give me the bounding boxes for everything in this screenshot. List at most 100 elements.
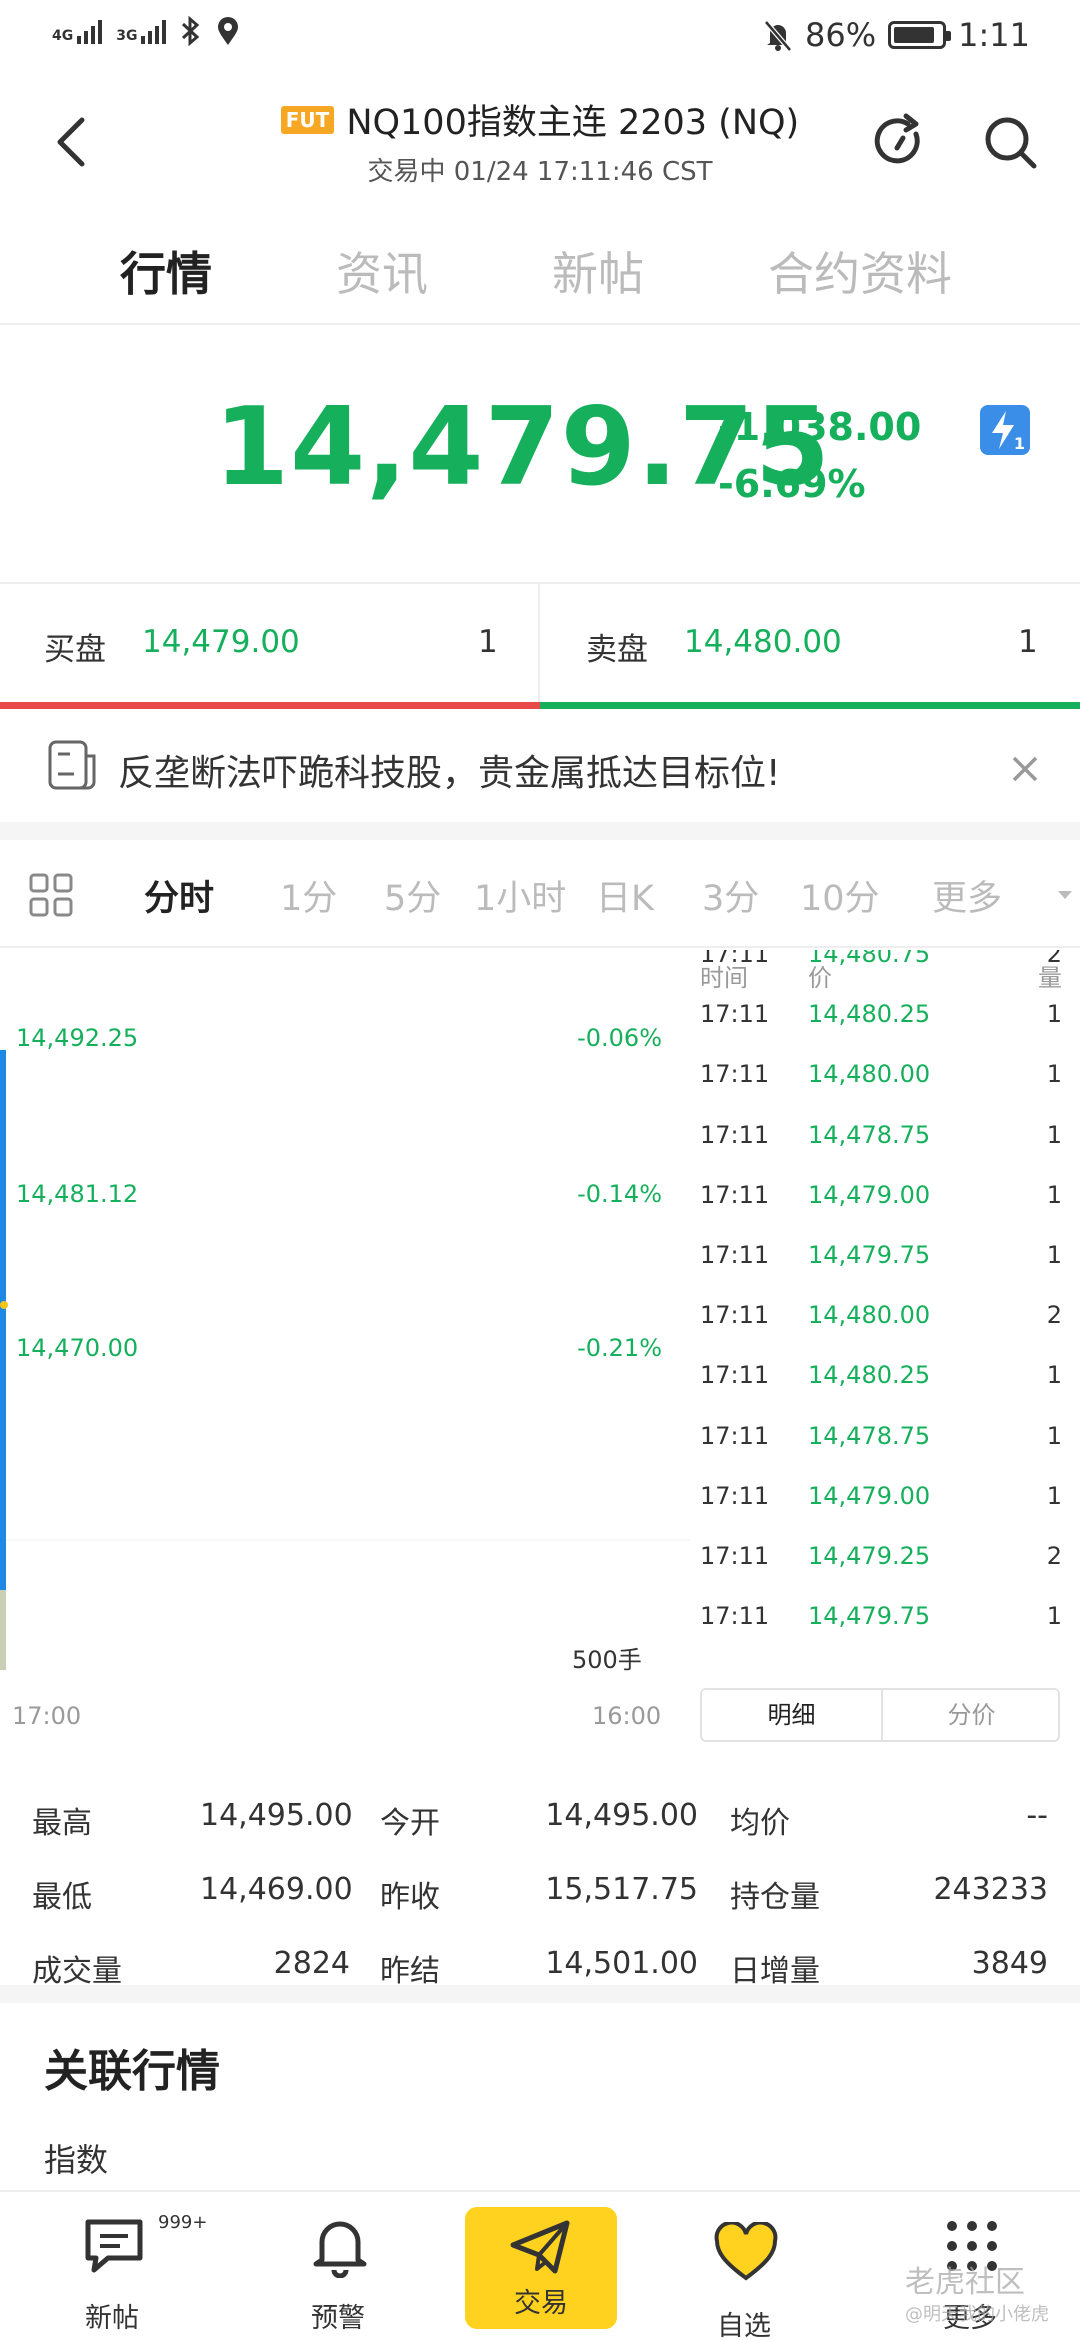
article-icon (48, 740, 96, 790)
stat-prev-settle: 14,501.00 (545, 1946, 698, 1981)
bell-icon (313, 2221, 367, 2278)
lightning-icon[interactable]: 1 (980, 405, 1030, 455)
tick-price: 14,478.75 (808, 1120, 931, 1149)
period-tab-10m[interactable]: 10分 (800, 870, 880, 921)
tick-time: 17:11 (700, 1602, 770, 1631)
bid-cell[interactable]: 买盘 14,479.00 1 (0, 584, 540, 702)
signal-icon-1: 4G (52, 18, 103, 44)
tick-qty: 1 (1046, 1481, 1062, 1510)
tick-price: 14,480.00 (808, 1060, 931, 1089)
tick-time: 17:11 (700, 1421, 770, 1450)
battery-icon (888, 21, 952, 49)
trade-ticks-list[interactable]: 时间 价 量 17:11 14,480.75 2 17:11 14,480.25 1 17:… (698, 950, 1070, 1670)
watermark: 老虎社区 (905, 2265, 1025, 2300)
stat-oi-label: 持仓量 (730, 1880, 820, 1915)
tab-news[interactable]: 资讯 (336, 238, 428, 304)
page-title: NQ100指数主连 2203 (NQ) (346, 103, 800, 143)
period-tab-daily[interactable]: 日K (596, 870, 654, 921)
toggle-price-dist[interactable]: 分价 (881, 1690, 1058, 1740)
network-type-1: 4G (52, 28, 74, 44)
tick-qty: 2 (1046, 1301, 1062, 1330)
pct-label-mid: -0.14% (577, 1180, 662, 1208)
tick-price: 14,479.00 (808, 1180, 931, 1209)
tick-qty: 2 (1046, 1542, 1062, 1570)
close-icon[interactable] (1010, 754, 1040, 784)
period-tab-1h[interactable]: 1小时 (474, 870, 566, 921)
tick-row: 17:11 14,479.75 1 (698, 1235, 1070, 1295)
tick-time: 17:11 (700, 1060, 770, 1089)
tick-price: 14,479.00 (808, 1481, 931, 1510)
tab-posts[interactable]: 新帖 (552, 238, 644, 304)
ask-strength-bar (540, 702, 1080, 709)
x-axis-end: 16:00 (592, 1702, 662, 1730)
tick-time: 17:11 (700, 1180, 770, 1209)
heart-icon (714, 2222, 778, 2281)
tick-row: 17:11 14,480.25 1 (698, 994, 1070, 1054)
tick-row: 17:11 14,479.00 1 (698, 1175, 1070, 1235)
signal-icon-2: 3G (116, 18, 167, 44)
tick-row: 17:11 14,480.75 2 (698, 950, 1070, 994)
period-tab-1m[interactable]: 1分 (280, 870, 337, 921)
tick-price: 14,478.75 (808, 1421, 931, 1450)
current-price-dot (0, 1301, 8, 1309)
refresh-icon[interactable] (870, 112, 930, 172)
tick-row: 17:11 14,480.00 2 (698, 1295, 1070, 1355)
stat-open-label: 今开 (380, 1806, 440, 1841)
tick-time: 17:11 (700, 1301, 770, 1330)
stat-oi: 243233 (933, 1872, 1048, 1907)
tick-price: 14,479.25 (808, 1542, 931, 1570)
chevron-down-icon[interactable] (1056, 888, 1074, 902)
pct-label-high: -0.06% (577, 1024, 662, 1052)
main-tabs: 行情 资讯 新帖 合约资料 (0, 220, 1080, 325)
ticks-view-toggle: 明细 分价 (700, 1688, 1060, 1742)
ask-cell[interactable]: 卖盘 14,480.00 1 (540, 584, 1080, 702)
tick-time: 17:11 (700, 950, 770, 968)
tick-time: 17:11 (700, 1361, 770, 1390)
tick-qty: 1 (1046, 1060, 1062, 1089)
tick-qty: 1 (1046, 1361, 1062, 1390)
nav-alert-label: 预警 (311, 2303, 365, 2334)
period-tab-more[interactable]: 更多 (932, 870, 1002, 921)
location-icon (218, 17, 239, 45)
tick-price: 14,479.75 (808, 1602, 931, 1631)
chart-period-tabs: 分时 1分 5分 1小时 日K 3分 10分 更多 (0, 840, 1080, 948)
search-icon[interactable] (980, 112, 1040, 172)
stat-prev-close-label: 昨收 (380, 1880, 440, 1915)
period-tab-5m[interactable]: 5分 (384, 870, 441, 921)
nav-alert[interactable]: 预警 (258, 2192, 418, 2340)
stat-low-label: 最低 (32, 1880, 92, 1915)
ask-qty: 1 (1018, 624, 1038, 660)
news-banner[interactable]: 反垄断法吓跪科技股，贵金属抵达目标位! (0, 710, 1080, 822)
tab-quotes[interactable]: 行情 (120, 238, 212, 304)
toggle-detail[interactable]: 明细 (702, 1690, 881, 1740)
tick-qty: 1 (1046, 1602, 1062, 1631)
lightning-badge: 1 (1013, 434, 1025, 453)
ask-price: 14,480.00 (684, 624, 842, 660)
bid-ask-bar: 买盘 14,479.00 1 卖盘 14,480.00 1 (0, 582, 1080, 709)
period-tab-3m[interactable]: 3分 (702, 870, 759, 921)
intraday-chart[interactable]: 14,492.25 14,481.12 14,470.00 -0.06% -0.… (0, 950, 690, 1740)
nav-posts[interactable]: 999+ 新帖 (32, 2192, 207, 2340)
price-change: -1,038.00 (718, 405, 922, 449)
quote-stats: 最高 14,495.00 今开 14,495.00 均价 -- 最低 14,46… (0, 1760, 1080, 1989)
nav-trade[interactable]: 交易 (465, 2207, 617, 2329)
y-axis-label-low: 14,470.00 (16, 1334, 139, 1362)
nav-watchlist[interactable]: 自选 (664, 2192, 824, 2340)
volume-scale-label: 500手 (572, 1646, 642, 1674)
tick-price: 14,480.00 (808, 1301, 931, 1330)
grid-menu-icon[interactable] (28, 872, 74, 918)
tick-qty: 2 (1046, 950, 1062, 968)
period-tab-intraday[interactable]: 分时 (144, 870, 214, 921)
header: FUT NQ100指数主连 2203 (NQ) 交易中 01/24 17:11:… (0, 72, 1080, 202)
tab-contract-info[interactable]: 合约资料 (768, 238, 952, 304)
tick-price: 14,480.25 (808, 1000, 931, 1029)
related-quotes: 关联行情 指数 (0, 1985, 1080, 2190)
tick-price: 14,479.75 (808, 1241, 931, 1269)
related-subsection[interactable]: 指数 (44, 2135, 108, 2181)
tick-row: 17:11 14,478.75 1 (698, 1416, 1070, 1476)
stat-prev-close: 15,517.75 (545, 1872, 698, 1907)
related-title: 关联行情 (44, 2046, 220, 2097)
price-line-series (0, 1050, 6, 1650)
price-block: 14,479.75 -1,038.00 -6.69% 1 (0, 330, 1080, 580)
bluetooth-icon (182, 16, 200, 46)
